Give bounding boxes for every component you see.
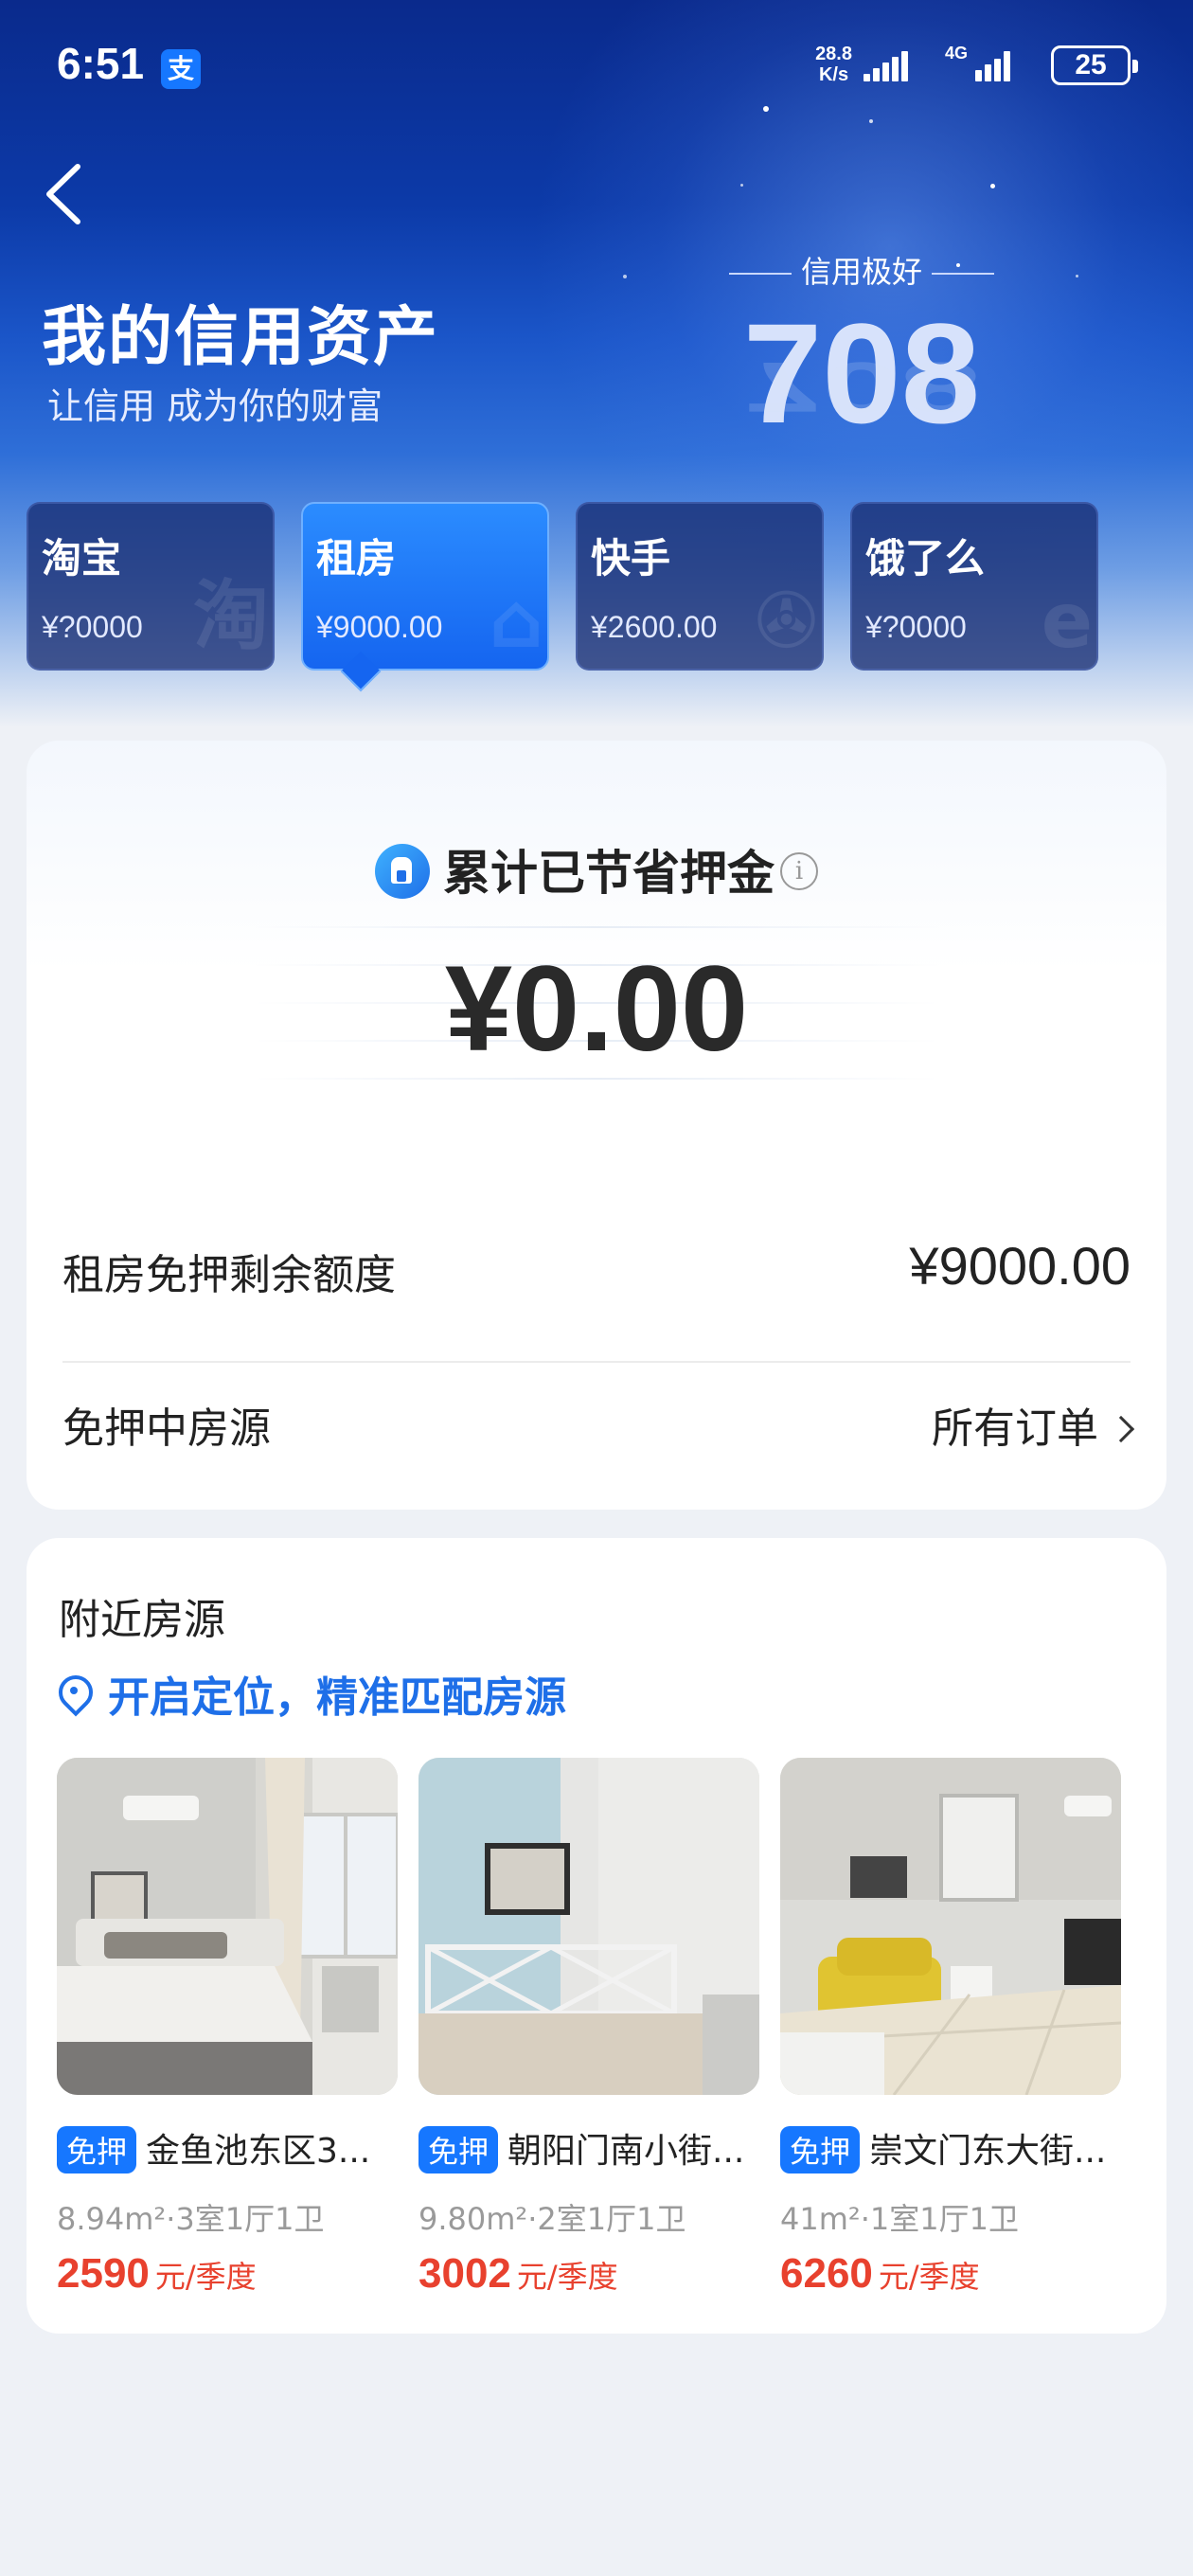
listing-price: 3002 元/季度 xyxy=(418,2250,618,2298)
decor-line xyxy=(932,273,995,275)
credit-level: 信用极好 xyxy=(720,248,1004,292)
star xyxy=(623,275,627,278)
network-speed-value: 28.8 xyxy=(815,44,852,64)
all-orders-label: 所有订单 xyxy=(932,1404,1098,1453)
status-bar: 6:51 支 28.8 K/s 4G 25 xyxy=(57,38,1138,98)
quota-row: 租房免押剩余额度 ¥9000.00 xyxy=(62,1236,1131,1326)
houses-label: 免押中房源 xyxy=(62,1404,271,1453)
cell-signal-2-icon xyxy=(975,49,1024,81)
star xyxy=(763,106,769,112)
tab-taobao[interactable]: 淘 淘宝 ¥?0000 xyxy=(27,502,275,671)
listing-price-value: 3002 xyxy=(418,2250,511,2297)
network-speed-unit: K/s xyxy=(818,64,849,85)
battery-icon: 25 xyxy=(1051,45,1138,85)
listing-price: 2590 元/季度 xyxy=(57,2250,257,2298)
network-speed: 28.8 K/s xyxy=(815,44,852,85)
tab-kuaishou[interactable]: ✇ 快手 ¥2600.00 xyxy=(576,502,824,671)
listing-price-value: 6260 xyxy=(780,2250,873,2297)
listing-price-unit: 元/季度 xyxy=(878,2259,980,2295)
nearby-card: 附近房源 开启定位，精准匹配房源 免押 金鱼池东区3... 8.94m²·3室1… xyxy=(27,1538,1166,2334)
house-watermark-icon: ⌂ xyxy=(489,577,543,665)
tab-amount: ¥?0000 xyxy=(865,610,967,644)
tab-label: 快手 xyxy=(591,535,671,581)
listing-name: 金鱼池东区3... xyxy=(146,2132,371,2171)
listing-title: 免押 崇文门东大街... xyxy=(780,2123,1121,2176)
listing-spec: 41m²·1室1厅1卫 xyxy=(780,2201,1019,2237)
house-icon xyxy=(375,843,430,899)
listing-title: 免押 朝阳门南小街... xyxy=(418,2123,759,2176)
kuaishou-watermark-icon: ✇ xyxy=(754,577,818,665)
tab-eleme[interactable]: e 饿了么 ¥?0000 xyxy=(850,502,1098,671)
listing-name: 朝阳门南小街... xyxy=(507,2132,745,2171)
tab-label: 淘宝 xyxy=(42,535,122,581)
location-pin-icon xyxy=(59,1675,91,1717)
chevron-right-icon xyxy=(1107,1415,1135,1443)
quota-value: ¥9000.00 xyxy=(909,1236,1131,1296)
listing-photo xyxy=(57,1758,398,2095)
taobao-watermark-icon: 淘 xyxy=(193,572,269,660)
credit-level-label: 信用极好 xyxy=(801,254,923,290)
eleme-watermark-icon: e xyxy=(1041,577,1093,665)
asset-tabs: 淘 淘宝 ¥?0000 ⌂ 租房 ¥9000.00 ✇ 快手 ¥2600.00 … xyxy=(27,502,1182,692)
deposit-free-badge: 免押 xyxy=(418,2126,499,2174)
tab-rent[interactable]: ⌂ 租房 ¥9000.00 xyxy=(301,502,549,692)
quota-label: 租房免押剩余额度 xyxy=(62,1251,396,1299)
deposit-free-badge: 免押 xyxy=(780,2126,861,2174)
tab-label: 租房 xyxy=(316,535,397,581)
saved-deposit-heading: 累计已节省押金 i xyxy=(27,835,1166,904)
all-orders-link[interactable]: 所有订单 xyxy=(932,1394,1135,1455)
enable-location-label: 开启定位，精准匹配房源 xyxy=(108,1673,566,1722)
star xyxy=(869,119,873,123)
nearby-title: 附近房源 xyxy=(59,1596,225,1644)
listing-price: 6260 元/季度 xyxy=(780,2250,980,2298)
tab-amount: ¥?0000 xyxy=(42,610,143,644)
listing-title: 免押 金鱼池东区3... xyxy=(57,2123,398,2176)
chevron-left-icon xyxy=(46,164,80,224)
cell-signal-icon xyxy=(864,49,913,81)
saved-deposit-amount: ¥0.00 xyxy=(444,941,749,1077)
deposit-card: 累计已节省押金 i ¥0.00 租房免押剩余额度 ¥9000.00 免押中房源 所… xyxy=(27,741,1166,1510)
enable-location-link[interactable]: 开启定位，精准匹配房源 xyxy=(59,1663,566,1724)
info-icon[interactable]: i xyxy=(780,851,818,890)
tab-label: 饿了么 xyxy=(865,535,986,581)
listing-price-value: 2590 xyxy=(57,2250,150,2297)
listing-price-unit: 元/季度 xyxy=(516,2259,618,2295)
listing-spec: 8.94m²·3室1厅1卫 xyxy=(57,2201,325,2237)
listing-card[interactable]: 免押 朝阳门南小街... 9.80m²·2室1厅1卫 3002 元/季度 xyxy=(418,1758,759,2297)
listing-spec: 9.80m²·2室1厅1卫 xyxy=(418,2201,686,2237)
decor-line xyxy=(729,273,792,275)
star xyxy=(740,184,743,187)
alipay-app-icon: 支 xyxy=(161,49,201,89)
status-time: 6:51 xyxy=(57,39,145,88)
deposit-free-badge: 免押 xyxy=(57,2126,137,2174)
listing-card[interactable]: 免押 崇文门东大街... 41m²·1室1厅1卫 6260 元/季度 xyxy=(780,1758,1121,2297)
listing-photo xyxy=(418,1758,759,2095)
credit-score-reflection: 708 xyxy=(742,348,981,427)
listing-price-unit: 元/季度 xyxy=(154,2259,257,2295)
back-button[interactable] xyxy=(38,161,95,227)
saved-deposit-label: 累计已节省押金 xyxy=(443,846,775,901)
star xyxy=(990,184,995,188)
tab-amount: ¥9000.00 xyxy=(316,610,443,644)
page-subtitle: 让信用 成为你的财富 xyxy=(47,385,383,427)
page-title: 我的信用资产 xyxy=(42,300,440,375)
listing-photo xyxy=(780,1758,1121,2095)
deposit-free-houses-row[interactable]: 免押中房源 所有订单 xyxy=(62,1394,1135,1479)
star xyxy=(1076,275,1078,277)
decor-line xyxy=(254,926,939,928)
listing-card[interactable]: 免押 金鱼池东区3... 8.94m²·3室1厅1卫 2590 元/季度 xyxy=(57,1758,398,2297)
network-type: 4G xyxy=(944,44,968,63)
listing-name: 崇文门东大街... xyxy=(869,2132,1107,2171)
divider xyxy=(62,1361,1131,1363)
tab-amount: ¥2600.00 xyxy=(591,610,718,644)
